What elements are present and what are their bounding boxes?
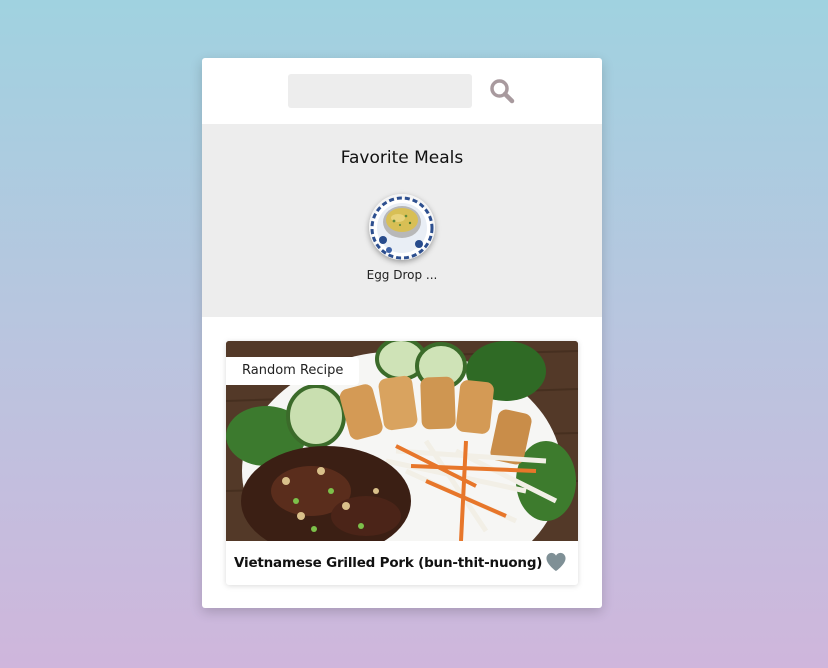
favorites-title: Favorite Meals [340, 148, 464, 168]
search-input[interactable] [288, 74, 472, 108]
heart-icon [546, 552, 566, 571]
meal-footer: Vietnamese Grilled Pork (bun-thit-nuong) [226, 541, 578, 585]
search-icon [490, 79, 515, 104]
random-meal-card: Random Recipe Vietnamese Grilled Pork (b… [226, 341, 578, 585]
meal-title: Vietnamese Grilled Pork (bun-thit-nuong) [234, 555, 543, 571]
favorite-button[interactable] [544, 551, 568, 575]
favorite-meal-name: Egg Drop ... [366, 268, 438, 282]
search-button[interactable] [488, 77, 516, 105]
meal-app-card: Favorite Meals Egg Drop ... Random Recip… [202, 58, 602, 608]
favorite-meal-item[interactable]: Egg Drop ... [352, 194, 452, 282]
random-recipe-badge: Random Recipe [226, 357, 360, 385]
favorite-meal-thumbnail [369, 194, 435, 260]
favorites-section: Favorite Meals Egg Drop ... [202, 124, 602, 317]
search-bar [202, 58, 602, 124]
